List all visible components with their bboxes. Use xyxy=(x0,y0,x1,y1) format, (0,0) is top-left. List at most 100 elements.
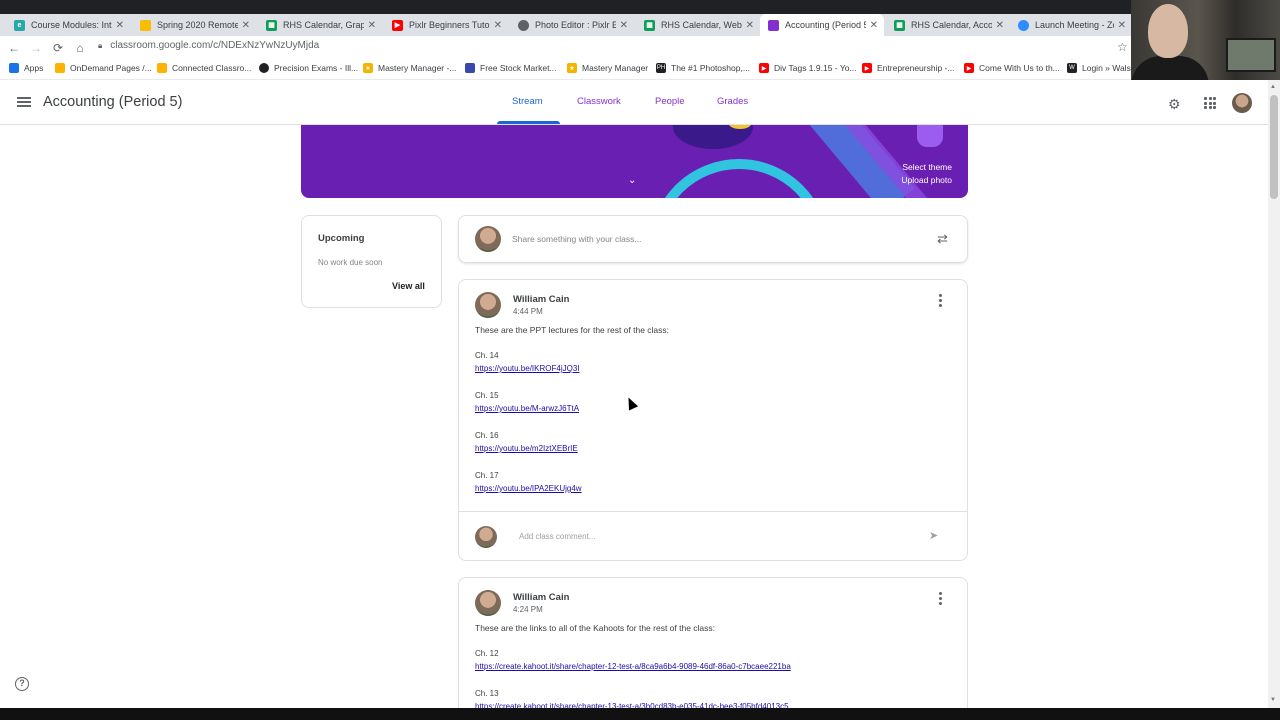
browser-tab-8[interactable]: ▦RHS Calendar, Accoun✕ xyxy=(886,14,1010,36)
browser-tab-5[interactable]: Photo Editor : Pixlr E - ✕ xyxy=(510,14,634,36)
google-sheets-icon: ▦ xyxy=(894,19,905,31)
class-banner: ⌄ Select theme Upload photo xyxy=(301,125,968,198)
google-sheets-icon: ▦ xyxy=(644,19,655,31)
more-options-icon[interactable] xyxy=(939,592,943,607)
folder-icon xyxy=(55,63,65,73)
close-icon[interactable]: ✕ xyxy=(494,20,502,31)
star-icon: ★ xyxy=(567,63,577,73)
chapter-label: Ch. 15 xyxy=(475,391,499,400)
bookmark-apps[interactable]: Apps xyxy=(9,63,43,73)
kahoot-link[interactable]: https://create.kahoot.it/share/chapter-1… xyxy=(475,662,791,671)
bookmark-stock-market[interactable]: Free Stock Market... xyxy=(465,63,557,73)
close-icon[interactable]: ✕ xyxy=(1118,20,1126,31)
browser-tab-7-active[interactable]: Accounting (Period 5) ✕ xyxy=(760,14,884,36)
browser-tab-6[interactable]: ▦RHS Calendar, Web De✕ xyxy=(636,14,760,36)
send-icon[interactable]: ➤ xyxy=(929,529,938,542)
youtube-icon: ▶ xyxy=(759,63,769,73)
account-avatar[interactable] xyxy=(1232,93,1252,113)
address-bar[interactable]: 🔒︎ classroom.google.com/c/NDExNzYwNzUyMjd… xyxy=(98,40,319,51)
bookmark-connected-classroom[interactable]: Connected Classro... xyxy=(157,63,251,73)
bookmark-mastery-manager-2[interactable]: ★ Mastery Manager xyxy=(567,63,648,73)
bookmark-photoshop[interactable]: PH The #1 Photoshop,... xyxy=(656,63,750,73)
post-time: 4:44 PM xyxy=(513,307,543,316)
bookmark-entrepreneurship[interactable]: ▶ Entrepreneurship -... xyxy=(862,63,954,73)
close-icon[interactable]: ✕ xyxy=(996,20,1004,31)
back-arrow-icon[interactable]: ← xyxy=(3,37,25,59)
home-icon[interactable]: ⌂ xyxy=(69,37,91,59)
forward-arrow-icon[interactable]: → xyxy=(25,37,47,59)
active-tab-indicator xyxy=(497,121,560,124)
post-card: William Cain 4:24 PM These are the links… xyxy=(458,577,968,717)
scrollbar-thumb[interactable] xyxy=(1270,95,1278,199)
bottom-edge xyxy=(0,708,1280,720)
more-options-icon[interactable] xyxy=(939,294,943,309)
tab-stream[interactable]: Stream xyxy=(512,96,543,107)
hamburger-menu-icon[interactable] xyxy=(17,97,31,107)
close-icon[interactable]: ✕ xyxy=(620,20,628,31)
apps-grid-icon xyxy=(9,63,19,73)
post-card: William Cain 4:44 PM These are the PPT l… xyxy=(458,279,968,561)
youtube-icon: ▶ xyxy=(392,19,403,31)
share-placeholder: Share something with your class... xyxy=(512,234,642,244)
youtube-icon: ▶ xyxy=(964,63,974,73)
upcoming-status: No work due soon xyxy=(318,258,383,267)
post-author: William Cain xyxy=(513,592,570,603)
video-link[interactable]: https://youtu.be/IPA2EKUjg4w xyxy=(475,484,582,493)
chapter-label: Ch. 13 xyxy=(475,689,499,698)
bookmark-mastery-manager-1[interactable]: ★ Mastery Manager -... xyxy=(363,63,456,73)
browser-tab-4[interactable]: ▶Pixlr Beginners Tutorial✕ xyxy=(384,14,508,36)
bookmark-div-tags[interactable]: ▶ Div Tags 1.9.15 - Yo... xyxy=(759,63,857,73)
share-announcement-box[interactable]: Share something with your class... ⇄ xyxy=(458,215,968,263)
bookmark-precision-exams[interactable]: Precision Exams - Ill... xyxy=(259,63,358,73)
bookmark-star-icon[interactable]: ☆ xyxy=(1117,40,1128,54)
close-icon[interactable]: ✕ xyxy=(368,20,376,31)
banner-shape xyxy=(917,125,943,147)
close-icon[interactable]: ✕ xyxy=(870,20,878,31)
video-link[interactable]: https://youtu.be/IKROF4jJQ3I xyxy=(475,364,580,373)
scroll-up-arrow-icon[interactable]: ▲ xyxy=(1270,84,1276,90)
banner-arc xyxy=(649,159,829,198)
google-sheets-icon: ▦ xyxy=(266,19,277,31)
bookmark-ondemand[interactable]: OnDemand Pages /... xyxy=(55,63,152,73)
tab-grades[interactable]: Grades xyxy=(717,96,748,107)
chapter-label: Ch. 14 xyxy=(475,351,499,360)
bookmark-come-with-us[interactable]: ▶ Come With Us to th... xyxy=(964,63,1060,73)
close-icon[interactable]: ✕ xyxy=(116,20,124,31)
tab-people[interactable]: People xyxy=(655,96,685,107)
scroll-down-arrow-icon[interactable]: ▼ xyxy=(1270,697,1276,703)
canvas-icon: e xyxy=(14,19,25,31)
webcam-window xyxy=(1226,38,1276,72)
google-apps-icon[interactable] xyxy=(1204,97,1216,109)
close-icon[interactable]: ✕ xyxy=(242,20,250,31)
google-drive-icon xyxy=(140,19,151,31)
lock-icon: 🔒︎ xyxy=(98,40,103,50)
class-comment-input[interactable]: Add class comment... xyxy=(509,526,949,548)
webcam-overlay xyxy=(1131,0,1280,84)
upcoming-card: Upcoming No work due soon View all xyxy=(301,215,442,308)
avatar xyxy=(475,292,501,318)
avatar xyxy=(475,526,497,548)
class-title[interactable]: Accounting (Period 5) xyxy=(43,94,182,110)
reload-icon[interactable]: ⟳ xyxy=(47,37,69,59)
browser-tab-1[interactable]: e Course Modules: Intro ✕ xyxy=(6,14,130,36)
upload-photo-link[interactable]: Upload photo xyxy=(901,175,952,185)
bookmark-login[interactable]: W Login » Walsc xyxy=(1067,63,1135,73)
view-all-link[interactable]: View all xyxy=(392,281,425,291)
browser-tab-9[interactable]: Launch Meeting - Zoo✕ xyxy=(1010,14,1132,36)
w-icon: W xyxy=(1067,63,1077,73)
help-icon[interactable]: ? xyxy=(15,677,29,691)
video-link[interactable]: https://youtu.be/M-arwzJ6TtA xyxy=(475,404,579,413)
post-body: These are the PPT lectures for the rest … xyxy=(475,325,670,335)
chevron-down-icon[interactable]: ⌄ xyxy=(628,175,636,186)
avatar xyxy=(475,226,501,252)
select-theme-link[interactable]: Select theme xyxy=(902,162,952,172)
gear-icon[interactable]: ⚙ xyxy=(1168,96,1181,113)
browser-tab-3[interactable]: ▦RHS Calendar, Graphic✕ xyxy=(258,14,382,36)
close-icon[interactable]: ✕ xyxy=(746,20,754,31)
post-body: These are the links to all of the Kahoot… xyxy=(475,623,716,633)
tab-classwork[interactable]: Classwork xyxy=(577,96,621,107)
browser-tab-2[interactable]: Spring 2020 Remote Le✕ xyxy=(132,14,256,36)
upcoming-title: Upcoming xyxy=(318,233,365,244)
reuse-post-icon[interactable]: ⇄ xyxy=(937,231,948,247)
video-link[interactable]: https://youtu.be/m2IztXEBrIE xyxy=(475,444,578,453)
